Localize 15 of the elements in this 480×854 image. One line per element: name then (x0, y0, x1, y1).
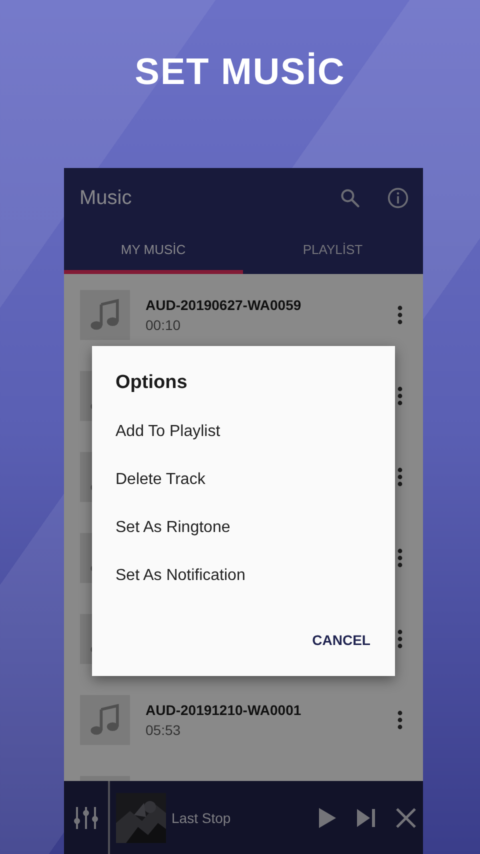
menu-option[interactable]: Set As Ringtone (116, 504, 370, 552)
app-title: Music (80, 186, 132, 210)
tab[interactable]: MY MUSİC (64, 228, 243, 274)
track-duration: 05:53 (146, 722, 182, 738)
track-duration: 00:10 (146, 316, 182, 332)
headline: SET MUSİC (134, 50, 346, 94)
tab[interactable]: PLAYLİST (243, 228, 422, 274)
cancel-button[interactable]: CANCEL (304, 624, 378, 656)
menu-option[interactable]: Set As Notification (116, 552, 370, 600)
song-title: Last Stop (172, 810, 232, 826)
menu-option[interactable]: Delete Track (116, 456, 370, 504)
track-title: AUD-20191210-WA0001 (146, 702, 302, 718)
dialog-title: Options (116, 371, 188, 395)
menu-option[interactable]: Add To Playlist (116, 408, 370, 456)
track-title: AUD-20190627-WA0059 (146, 296, 302, 312)
